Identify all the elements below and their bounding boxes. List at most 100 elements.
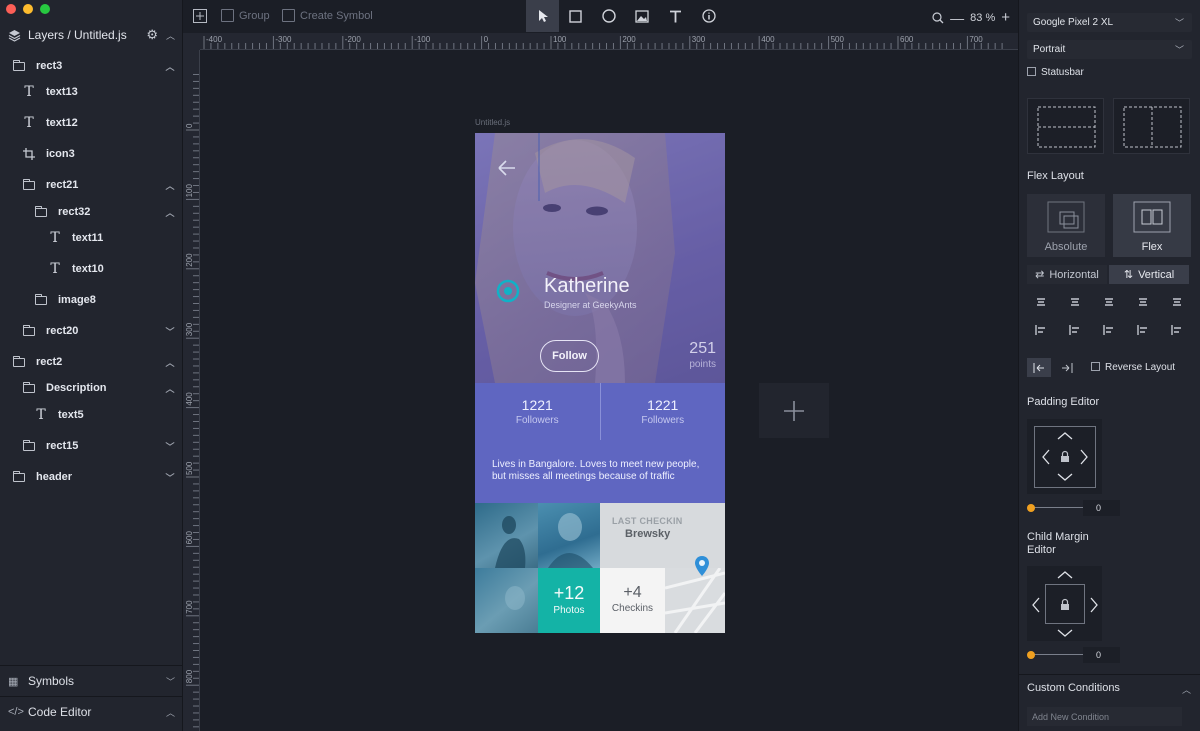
follow-button[interactable]: Follow [540, 340, 599, 372]
add-artboard-tile[interactable] [759, 383, 829, 438]
image-tool[interactable] [625, 0, 658, 32]
profile-subtitle: Designer at GeekyAnts [544, 300, 637, 310]
ellipse-tool[interactable] [592, 0, 625, 32]
select-tool[interactable] [526, 0, 559, 32]
location-pin-icon [695, 556, 709, 576]
layer-row-rect20[interactable]: rect20 ﹀ [0, 321, 183, 341]
align-option-button[interactable] [1031, 292, 1051, 312]
text-layer-icon: T [36, 407, 46, 423]
layer-label: text11 [72, 232, 104, 244]
layer-row-image8[interactable]: image8 [0, 290, 183, 310]
align-icon [1035, 325, 1045, 335]
vertical-direction-button[interactable]: ⇅ Vertical [1109, 265, 1189, 284]
reverse-layout-toggle[interactable]: Reverse Layout [1091, 362, 1175, 373]
align-option-button[interactable] [1099, 292, 1119, 312]
chevron-up-icon[interactable]: ︿ [166, 706, 175, 719]
align-option-button[interactable] [1133, 292, 1153, 312]
padding-value-input[interactable]: 0 [1083, 500, 1120, 516]
code-editor-section[interactable]: </> Code Editor ︿ [0, 696, 183, 727]
layer-row-rect3[interactable]: rect3 ︿ [0, 56, 183, 76]
layer-row-text12[interactable]: Ttext12 [0, 113, 183, 133]
artboard-preview[interactable]: Katherine Designer at GeekyAnts Follow 2… [475, 133, 725, 633]
child-margin-editor[interactable] [1027, 566, 1102, 641]
info-icon [701, 9, 716, 23]
chevron-down-icon[interactable]: ﹀ [165, 440, 175, 453]
layer-row-text10[interactable]: Ttext10 [0, 259, 183, 279]
rectangle-tool[interactable] [559, 0, 592, 32]
statusbar-toggle[interactable]: Statusbar [1027, 67, 1084, 78]
slider-knob[interactable] [1027, 504, 1035, 512]
layout-preset-horizontal[interactable] [1027, 98, 1104, 154]
chevron-up-icon[interactable]: ︿ [165, 356, 175, 369]
align-option-button[interactable] [1167, 292, 1187, 312]
layer-row-text11[interactable]: Ttext11 [0, 228, 183, 248]
info-tool[interactable] [692, 0, 725, 32]
symbols-section[interactable]: ▦ Symbols ﹀ [0, 665, 183, 696]
layer-row-text5[interactable]: Ttext5 [0, 405, 183, 425]
zoom-out-button[interactable]: — [950, 10, 964, 26]
align-option-button[interactable] [1167, 320, 1187, 340]
horizontal-direction-button[interactable]: ⇄ Horizontal [1027, 265, 1107, 284]
reverse-layout-checkbox[interactable] [1091, 362, 1100, 371]
layer-row-rect2[interactable]: rect2 ︿ [0, 352, 183, 372]
chevron-up-icon[interactable]: ︿ [1182, 683, 1191, 696]
chevron-up-icon[interactable]: ︿ [165, 206, 175, 219]
device-select[interactable]: Google Pixel 2 XL ﹀ [1027, 13, 1192, 32]
statusbar-label: Statusbar [1041, 67, 1084, 78]
align-option-button[interactable] [1065, 292, 1085, 312]
layer-row-text13[interactable]: Ttext13 [0, 82, 183, 102]
add-artboard-button[interactable] [193, 9, 207, 23]
maximize-window-button[interactable] [40, 4, 50, 14]
align-option-button[interactable] [1099, 320, 1119, 340]
flex-layout-button[interactable]: Flex [1113, 194, 1191, 257]
layer-row-rect32[interactable]: rect32 ︿ [0, 202, 183, 222]
checkins-tile[interactable]: +4 Checkins [600, 568, 665, 633]
layer-row-rect21[interactable]: rect21 ︿ [0, 175, 183, 195]
photo-thumbnail[interactable] [475, 568, 538, 633]
justify-end-button[interactable] [1055, 358, 1079, 377]
statusbar-checkbox[interactable] [1027, 67, 1036, 76]
padding-editor[interactable] [1027, 419, 1102, 494]
photo-thumbnail[interactable] [475, 503, 538, 568]
layer-row-icon3[interactable]: icon3 [0, 144, 183, 164]
chevron-up-icon[interactable]: ︿ [165, 382, 175, 395]
profile-description: Lives in Bangalore. Loves to meet new pe… [475, 440, 725, 503]
group-button[interactable]: Group [221, 9, 270, 22]
layout-preset-vertical[interactable] [1113, 98, 1190, 154]
horizontal-split-icon [1037, 106, 1096, 148]
child-margin-value-input[interactable]: 0 [1083, 647, 1120, 663]
chevron-up-icon[interactable]: ︿ [165, 60, 175, 73]
profile-header-image[interactable]: Katherine Designer at GeekyAnts Follow 2… [475, 133, 725, 383]
photo-thumbnail[interactable] [538, 503, 600, 568]
layer-label: Description [46, 382, 107, 394]
chevron-up-icon[interactable]: ︿ [166, 29, 175, 42]
gear-icon[interactable]: ⚙ [146, 27, 158, 43]
layer-row-description[interactable]: Description ︿ [0, 378, 183, 398]
minimize-window-button[interactable] [23, 4, 33, 14]
chevron-down-icon[interactable]: ﹀ [165, 471, 175, 484]
search-icon[interactable] [932, 11, 944, 24]
layer-row-header[interactable]: header ﹀ [0, 467, 183, 487]
create-symbol-button[interactable]: Create Symbol [282, 9, 373, 22]
absolute-layout-button[interactable]: Absolute [1027, 194, 1105, 257]
chevron-down-icon[interactable]: ﹀ [166, 675, 175, 688]
text-layer-icon: T [50, 230, 60, 246]
zoom-in-button[interactable]: + [1001, 9, 1010, 26]
slider-knob[interactable] [1027, 651, 1035, 659]
absolute-label: Absolute [1044, 241, 1088, 253]
chevron-down-icon[interactable]: ﹀ [165, 325, 175, 338]
chevron-up-icon[interactable]: ︿ [165, 179, 175, 192]
add-condition-input[interactable]: Add New Condition [1027, 707, 1182, 726]
text-tool[interactable] [659, 0, 692, 32]
close-window-button[interactable] [6, 4, 16, 14]
orientation-select[interactable]: Portrait ﹀ [1027, 40, 1192, 59]
photos-tile[interactable]: +12 Photos [538, 568, 600, 633]
align-option-button[interactable] [1065, 320, 1085, 340]
layer-row-rect15[interactable]: rect15 ﹀ [0, 436, 183, 456]
layer-type-icon [22, 324, 36, 337]
padding-editor-heading: Padding Editor [1027, 396, 1100, 408]
add-square-icon [193, 9, 207, 23]
justify-start-button[interactable] [1027, 358, 1051, 377]
align-option-button[interactable] [1031, 320, 1051, 340]
align-option-button[interactable] [1133, 320, 1153, 340]
